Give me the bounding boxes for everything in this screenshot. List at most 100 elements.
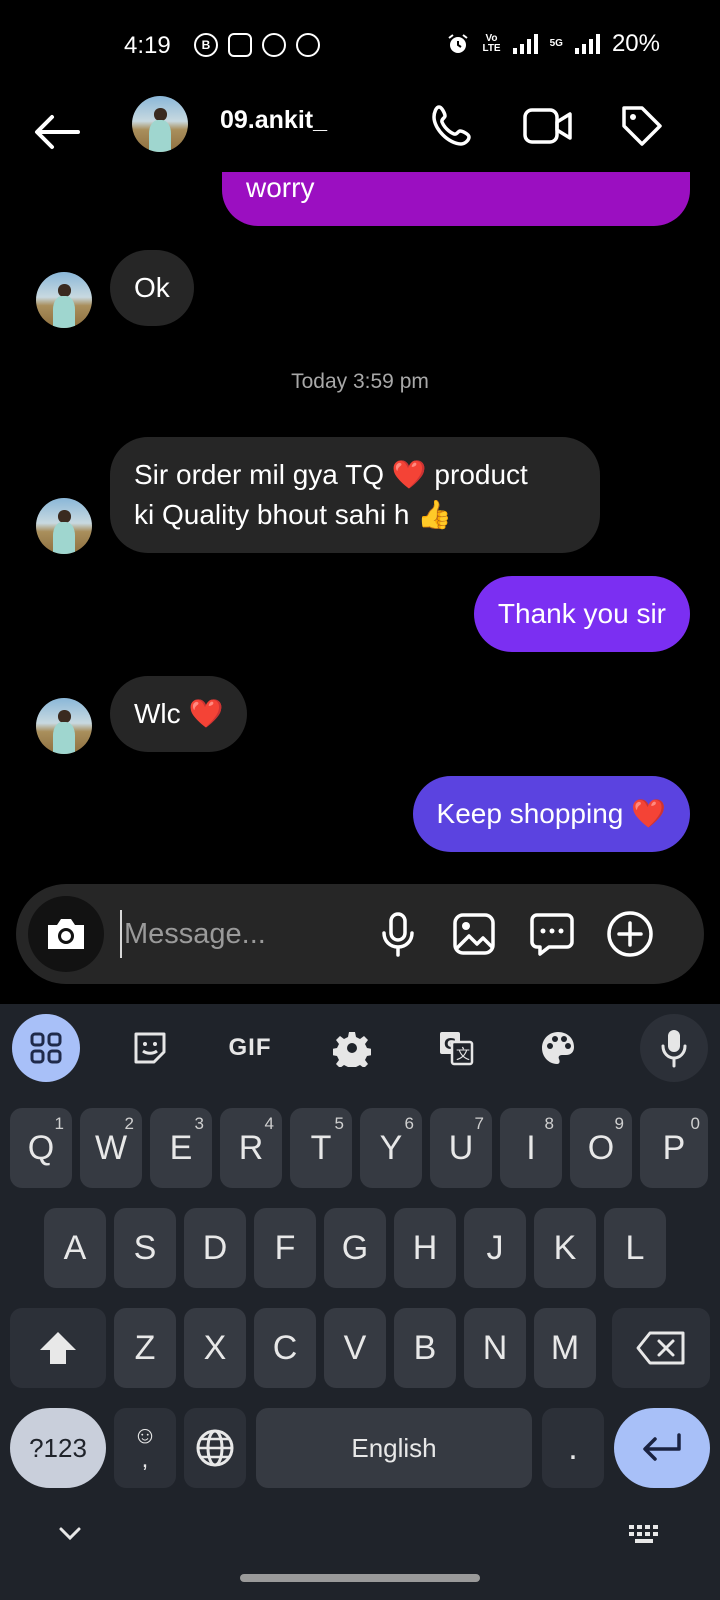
svg-text:文: 文 (456, 1047, 470, 1063)
more-options-button[interactable] (604, 908, 656, 960)
voice-message-button[interactable] (372, 908, 424, 960)
key-p[interactable]: P0 (640, 1108, 708, 1188)
key-i[interactable]: I8 (500, 1108, 562, 1188)
signal-icon-2 (574, 34, 600, 54)
theme-button[interactable] (524, 1014, 592, 1082)
key-h[interactable]: H (394, 1208, 456, 1288)
outgoing-message[interactable]: Thank you sir (473, 576, 690, 652)
key-a[interactable]: A (44, 1208, 106, 1288)
avatar[interactable] (36, 498, 92, 554)
heart-emoji: ❤️ (391, 459, 427, 490)
message-text: Sir order mil gya TQ (134, 459, 392, 490)
keyboard-toolbar: GIF G文 (0, 1004, 720, 1094)
key-s[interactable]: S (114, 1208, 176, 1288)
keyboard-switch-button[interactable] (624, 1514, 664, 1554)
gesture-nav-bar[interactable] (240, 1574, 480, 1582)
settings-button[interactable] (318, 1014, 386, 1082)
message-list[interactable]: worry Ok Today 3:59 pm Sir order mil gya… (0, 172, 720, 872)
avatar[interactable] (36, 272, 92, 328)
space-bar[interactable]: English (256, 1408, 532, 1488)
key-t[interactable]: T5 (290, 1108, 352, 1188)
camera-button[interactable] (28, 896, 104, 972)
backspace-key[interactable] (612, 1308, 710, 1388)
hide-keyboard-button[interactable] (50, 1514, 90, 1554)
shift-key[interactable] (10, 1308, 106, 1388)
key-f[interactable]: F (254, 1208, 316, 1288)
apps-button[interactable] (12, 1014, 80, 1082)
gallery-button[interactable] (448, 908, 500, 960)
message-text: worry (246, 172, 315, 203)
instagram-icon (228, 33, 252, 57)
avatar[interactable] (36, 698, 92, 754)
call-button[interactable] (426, 100, 478, 152)
key-w[interactable]: W2 (80, 1108, 142, 1188)
key-v[interactable]: V (324, 1308, 386, 1388)
video-call-button[interactable] (522, 100, 574, 152)
key-x[interactable]: X (184, 1308, 246, 1388)
tag-icon (622, 106, 662, 146)
voice-typing-button[interactable] (640, 1014, 708, 1082)
enter-key[interactable] (614, 1408, 710, 1488)
emoji-icon: ☺ (132, 1422, 158, 1449)
key-y[interactable]: Y6 (360, 1108, 422, 1188)
key-z[interactable]: Z (114, 1308, 176, 1388)
username[interactable]: 09.ankit_ (220, 106, 327, 135)
key-u[interactable]: U7 (430, 1108, 492, 1188)
alarm-icon (448, 34, 469, 53)
key-c[interactable]: C (254, 1308, 316, 1388)
translate-icon: G文 (440, 1032, 474, 1066)
outgoing-message[interactable]: worry (222, 172, 690, 226)
gear-icon (333, 1032, 371, 1067)
incoming-message[interactable]: Sir order mil gya TQ ❤️ product ki Quali… (110, 437, 600, 553)
business-icon: B (194, 33, 218, 57)
keyboard: GIF G文 Q1 W2 E3 R4 T5 Y6 U7 I8 O9 P0 A S… (0, 1004, 720, 1600)
key-m[interactable]: M (534, 1308, 596, 1388)
network-type: 5G (549, 38, 563, 49)
key-e[interactable]: E3 (150, 1108, 212, 1188)
key-n[interactable]: N (464, 1308, 526, 1388)
key-o[interactable]: O9 (570, 1108, 632, 1188)
key-j[interactable]: J (464, 1208, 526, 1288)
period-key[interactable]: . (542, 1408, 604, 1488)
key-d[interactable]: D (184, 1208, 246, 1288)
image-icon (453, 913, 495, 955)
battery-level: 20% (611, 30, 660, 57)
key-k[interactable]: K (534, 1208, 596, 1288)
language-key[interactable] (184, 1408, 246, 1488)
outgoing-message[interactable]: Keep shopping ❤️ (412, 776, 690, 852)
incoming-message[interactable]: Ok (110, 250, 194, 326)
key-q[interactable]: Q1 (10, 1108, 72, 1188)
back-button[interactable] (28, 104, 84, 160)
incoming-message[interactable]: Wlc ❤️ (110, 676, 248, 752)
chrome-icon (262, 33, 286, 57)
notification-icons: B (194, 33, 320, 57)
tag-button[interactable] (616, 100, 668, 152)
heart-emoji: ❤️ (188, 698, 224, 729)
sticker-button[interactable] (526, 908, 578, 960)
key-g[interactable]: G (324, 1208, 386, 1288)
chat-header: 09.ankit_ (0, 92, 720, 172)
back-arrow-icon (35, 115, 80, 149)
message-text: Wlc (134, 698, 189, 729)
status-time: 4:19 (124, 32, 171, 59)
gif-label: GIF (228, 1034, 272, 1061)
microphone-icon (382, 912, 414, 957)
symbols-key[interactable]: ?123 (10, 1408, 106, 1488)
avatar[interactable] (132, 96, 188, 152)
backspace-icon (636, 1331, 685, 1365)
message-composer (16, 884, 704, 984)
keyboard-icon (629, 1525, 658, 1543)
gif-button[interactable]: GIF (216, 1014, 284, 1082)
message-text: Ok (134, 272, 170, 303)
key-r[interactable]: R4 (220, 1108, 282, 1188)
translate-button[interactable]: G文 (422, 1014, 490, 1082)
message-input[interactable] (120, 910, 370, 958)
shift-arrow-icon (40, 1332, 76, 1364)
key-b[interactable]: B (394, 1308, 456, 1388)
message-text: product (426, 459, 528, 490)
sticker-button[interactable] (116, 1014, 184, 1082)
emoji-comma-key[interactable]: ☺ , (114, 1408, 176, 1488)
chat-bubble-icon (530, 913, 574, 956)
video-camera-icon (523, 108, 572, 144)
key-l[interactable]: L (604, 1208, 666, 1288)
